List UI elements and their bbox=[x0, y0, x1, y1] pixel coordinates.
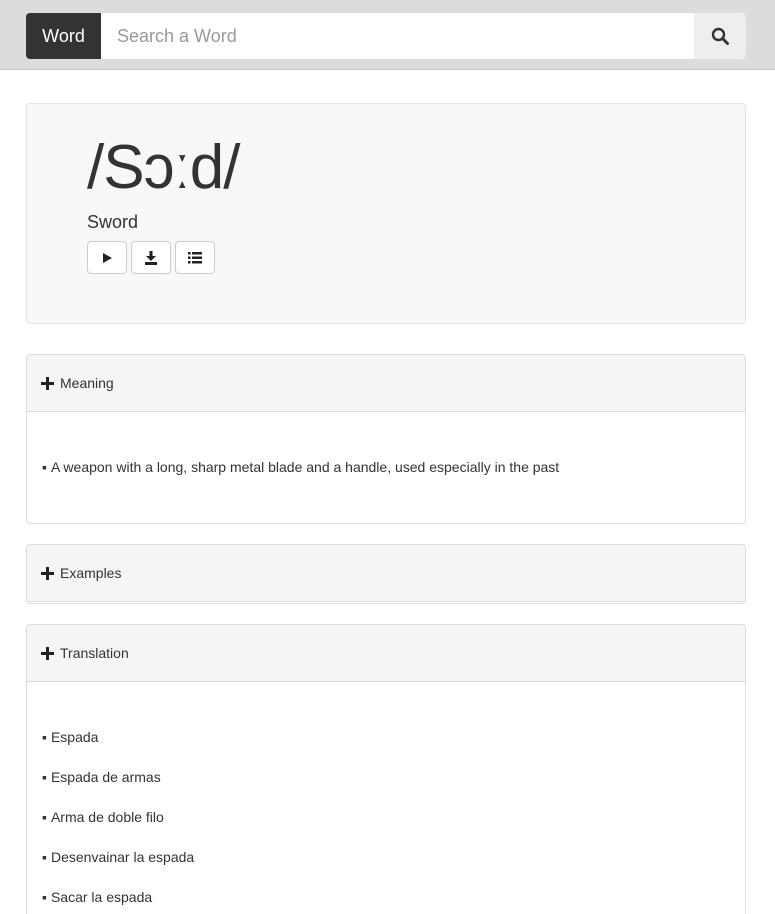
translation-title: Translation bbox=[60, 645, 129, 661]
list-button[interactable] bbox=[175, 241, 215, 274]
bullet: ▪ bbox=[42, 459, 47, 475]
translation-text: Arma de doble filo bbox=[50, 809, 164, 825]
meaning-body: ▪ A weapon with a long, sharp metal blade… bbox=[27, 412, 745, 477]
play-audio-button[interactable] bbox=[87, 241, 127, 274]
translation-body: ▪ Espada ▪ Espada de armas ▪ Arma de doble … bbox=[27, 682, 745, 907]
search-icon bbox=[711, 27, 729, 45]
examples-panel-header[interactable]: Examples bbox=[27, 545, 745, 602]
bullet: ▪ bbox=[42, 889, 47, 905]
translation-item: ▪ Sacar la espada bbox=[42, 887, 730, 907]
download-icon bbox=[145, 250, 157, 265]
translation-item: ▪ Desenvainar la espada bbox=[42, 847, 730, 867]
top-navbar: Word bbox=[0, 0, 775, 70]
search-group: Word bbox=[26, 13, 746, 59]
examples-panel: Examples bbox=[26, 544, 746, 604]
play-icon bbox=[103, 252, 112, 263]
plus-icon bbox=[41, 646, 54, 660]
translation-panel: Translation ▪ Espada ▪ Espada de armas ▪ Ar… bbox=[26, 624, 746, 914]
word-card: /Sɔːd/ Sword bbox=[26, 103, 746, 324]
translation-item: ▪ Espada de armas bbox=[42, 767, 730, 787]
plus-icon bbox=[41, 566, 54, 580]
bullet: ▪ bbox=[42, 849, 47, 865]
meaning-item: ▪ A weapon with a long, sharp metal blade… bbox=[42, 457, 730, 477]
word-title: Sword bbox=[87, 212, 139, 232]
word-actions bbox=[87, 241, 215, 274]
download-button[interactable] bbox=[131, 241, 171, 274]
meaning-panel-header[interactable]: Meaning bbox=[27, 355, 745, 412]
translation-item: ▪ Espada bbox=[42, 727, 730, 747]
bullet: ▪ bbox=[42, 729, 47, 745]
search-input[interactable] bbox=[101, 13, 694, 59]
bullet: ▪ bbox=[42, 769, 47, 785]
search-button[interactable] bbox=[694, 13, 746, 59]
examples-title: Examples bbox=[60, 565, 122, 581]
translation-text: Sacar la espada bbox=[50, 889, 153, 905]
word-mode-button[interactable]: Word bbox=[26, 13, 101, 59]
bullet: ▪ bbox=[42, 809, 47, 825]
phonetic-transcription: /Sɔːd/ bbox=[87, 133, 241, 202]
meaning-title: Meaning bbox=[60, 375, 114, 391]
list-icon bbox=[188, 251, 202, 263]
translation-text: Espada bbox=[50, 729, 99, 745]
translation-panel-header[interactable]: Translation bbox=[27, 625, 745, 682]
translation-text: Desenvainar la espada bbox=[50, 849, 195, 865]
translation-item: ▪ Arma de doble filo bbox=[42, 807, 730, 827]
meaning-text: A weapon with a long, sharp metal blade … bbox=[50, 459, 560, 475]
meaning-panel: Meaning ▪ A weapon with a long, sharp met… bbox=[26, 354, 746, 524]
plus-icon bbox=[41, 376, 54, 390]
translation-text: Espada de armas bbox=[50, 769, 161, 785]
